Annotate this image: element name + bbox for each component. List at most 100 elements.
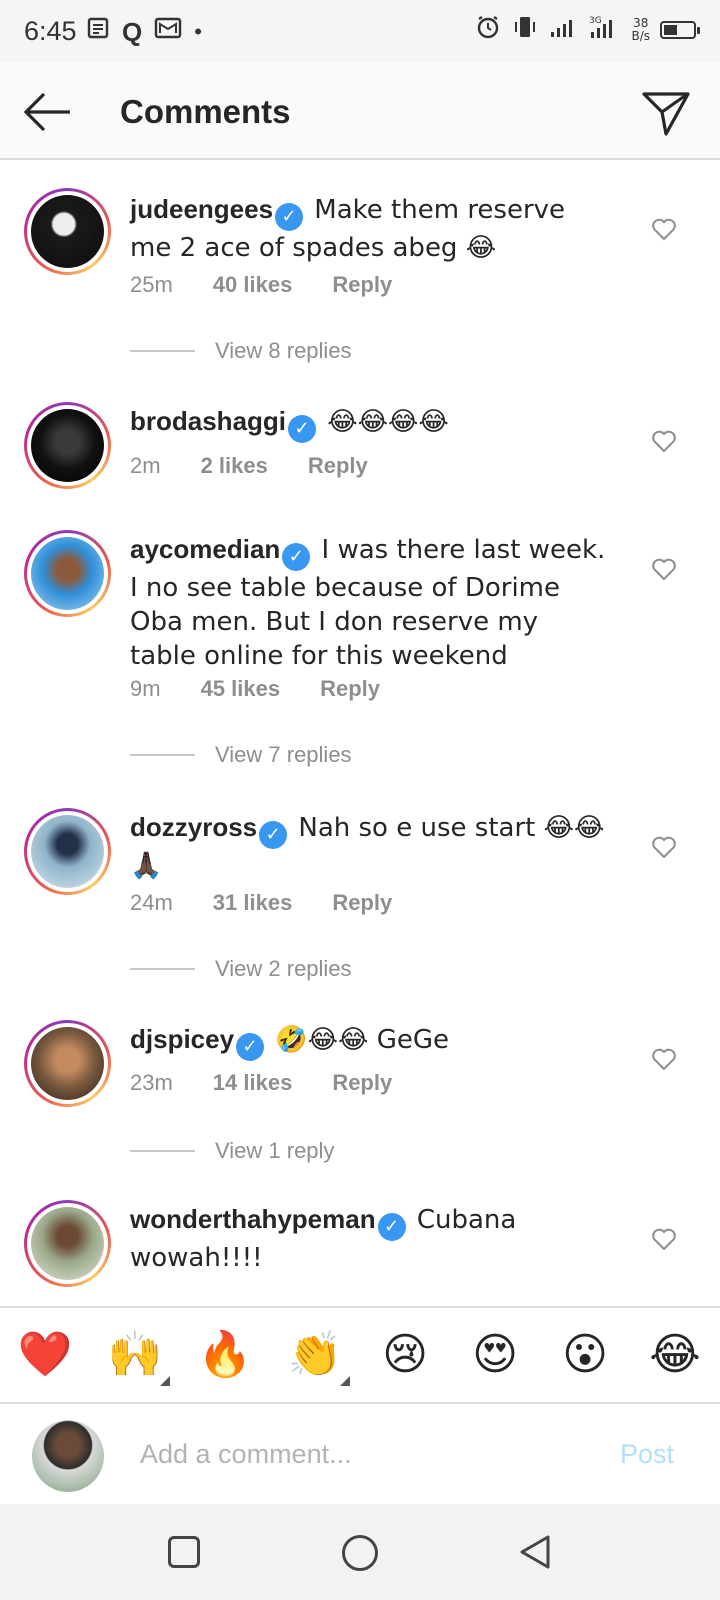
view-replies[interactable]: View 7 replies — [130, 742, 352, 768]
q-app-icon: Q — [122, 16, 143, 47]
emoji-laughing-button[interactable]: 😂 — [640, 1320, 710, 1390]
comment-time: 25m — [130, 272, 173, 297]
signal-3g-label: 3G — [589, 16, 602, 26]
comment-username[interactable]: djspicey — [130, 1024, 234, 1054]
view-replies[interactable]: View 1 reply — [130, 1138, 334, 1164]
comment-username[interactable]: judeengees — [130, 194, 273, 224]
verified-badge-icon: ✓ — [236, 1033, 265, 1061]
comment-time: 2m — [130, 453, 161, 478]
battery-icon — [660, 20, 700, 39]
post-button[interactable]: Post — [620, 1439, 674, 1470]
status-left-icons: Q • — [86, 16, 202, 47]
status-bar: 6:45 Q • 3G 38 B/s — [0, 0, 720, 62]
arrow-left-icon — [23, 92, 70, 132]
avatar[interactable] — [24, 1200, 111, 1287]
comment-meta: 9m 45 likes Reply — [130, 676, 380, 702]
network-speed-unit: B/s — [631, 28, 650, 43]
share-button[interactable] — [638, 84, 694, 140]
heart-icon[interactable] — [651, 834, 677, 860]
avatar[interactable] — [24, 808, 111, 895]
page-title: Comments — [120, 93, 291, 130]
reply-button[interactable]: Reply — [320, 676, 380, 702]
reply-button[interactable]: Reply — [332, 272, 392, 298]
heart-icon[interactable] — [651, 216, 677, 242]
comment-username[interactable]: aycomedian — [130, 534, 280, 564]
avatar[interactable] — [24, 530, 111, 617]
signal-3g-icon: 3G — [589, 14, 621, 45]
comment-username[interactable]: wonderthahypeman — [130, 1204, 376, 1234]
heart-icon[interactable] — [651, 428, 677, 454]
emoji-raised-hands: 🙌 — [107, 1329, 163, 1380]
comment-likes[interactable]: 14 likes — [213, 1070, 293, 1096]
verified-badge-icon: ✓ — [377, 1213, 406, 1241]
comment-meta: 24m 31 likes Reply — [130, 890, 392, 916]
emoji-quick-bar: ❤️ 🙌 🔥 👏 😢 😍 😮 😂 — [0, 1306, 720, 1402]
alarm-icon — [475, 14, 501, 45]
comment-meta: 25m 40 likes Reply — [130, 272, 392, 298]
comment-likes[interactable]: 31 likes — [213, 890, 293, 916]
comment-text: wonderthahypeman ✓ Cubana wowah!!!! — [130, 1203, 610, 1275]
view-replies-label: View 1 reply — [215, 1138, 335, 1163]
comment-text: judeengees ✓ Make them reserve me 2 ace o… — [130, 193, 610, 265]
home-button[interactable] — [342, 1535, 378, 1571]
my-avatar — [32, 1420, 104, 1492]
avatar[interactable] — [24, 1020, 111, 1107]
emoji-fire-button[interactable]: 🔥 — [190, 1320, 260, 1390]
comments-list[interactable]: judeengees ✓ Make them reserve me 2 ace o… — [0, 168, 720, 1306]
paper-plane-icon — [642, 92, 690, 136]
network-speed: 38 B/s — [631, 15, 650, 43]
reply-button[interactable]: Reply — [308, 453, 368, 479]
signal-icon — [549, 15, 579, 44]
notes-icon — [86, 16, 110, 47]
notification-dot-icon: • — [194, 18, 202, 44]
comment-input[interactable] — [140, 1434, 600, 1474]
reply-button[interactable]: Reply — [332, 890, 392, 916]
comment-composer: Post — [0, 1402, 720, 1504]
comment-text: dozzyross ✓ Nah so e use start 😂😂🙏🏿 — [130, 811, 610, 883]
emoji-heart-button[interactable]: ❤️ — [10, 1320, 80, 1390]
emoji-heart-eyes-button[interactable]: 😍 — [460, 1320, 530, 1390]
status-time: 6:45 — [24, 16, 77, 46]
verified-badge-icon: ✓ — [259, 821, 288, 849]
view-replies[interactable]: View 8 replies — [130, 338, 352, 364]
avatar[interactable] — [24, 188, 111, 275]
comment-username[interactable]: brodashaggi — [130, 406, 286, 436]
comment-time: 24m — [130, 890, 173, 915]
view-replies[interactable]: View 2 replies — [130, 956, 352, 982]
comment-meta: 2m 2 likes Reply — [130, 453, 368, 479]
comment-text: aycomedian ✓ I was there last week. I no … — [130, 533, 610, 673]
reply-button[interactable]: Reply — [332, 1070, 392, 1096]
comment-text: brodashaggi ✓ 😂😂😂😂 — [130, 405, 610, 443]
comment-meta: 23m 14 likes Reply — [130, 1070, 392, 1096]
comment-body: 🤣😂😂 GeGe — [275, 1025, 449, 1055]
comment-body: 😂😂😂😂 — [327, 407, 449, 437]
system-nav-bar — [0, 1504, 720, 1600]
view-replies-label: View 7 replies — [215, 742, 352, 767]
app-header: Comments — [0, 62, 720, 160]
avatar[interactable] — [24, 402, 111, 489]
comment-time: 23m — [130, 1070, 173, 1095]
emoji-crying-button[interactable]: 😢 — [370, 1320, 440, 1390]
heart-icon[interactable] — [651, 1046, 677, 1072]
status-right-icons: 3G 38 B/s — [475, 14, 700, 45]
heart-icon[interactable] — [651, 1226, 677, 1252]
comment-text: djspicey ✓ 🤣😂😂 GeGe — [130, 1023, 610, 1061]
emoji-clapping: 👏 — [287, 1329, 343, 1380]
comment-likes[interactable]: 45 likes — [201, 676, 281, 702]
emoji-clapping-button[interactable]: 👏 — [280, 1320, 350, 1390]
recents-button[interactable] — [168, 1536, 200, 1568]
emoji-raised-hands-button[interactable]: 🙌 — [100, 1320, 170, 1390]
comment-username[interactable]: dozzyross — [130, 812, 257, 842]
heart-icon[interactable] — [651, 556, 677, 582]
comment-time: 9m — [130, 676, 161, 701]
vibrate-icon — [511, 14, 539, 45]
comment-likes[interactable]: 2 likes — [201, 453, 268, 479]
verified-badge-icon: ✓ — [288, 415, 317, 443]
verified-badge-icon: ✓ — [275, 203, 304, 231]
comment-likes[interactable]: 40 likes — [213, 272, 293, 298]
back-button[interactable] — [20, 84, 76, 140]
nav-back-button[interactable] — [518, 1534, 552, 1570]
emoji-surprised-button[interactable]: 😮 — [550, 1320, 620, 1390]
network-speed-value: 38 — [633, 15, 649, 30]
view-replies-label: View 2 replies — [215, 956, 352, 981]
